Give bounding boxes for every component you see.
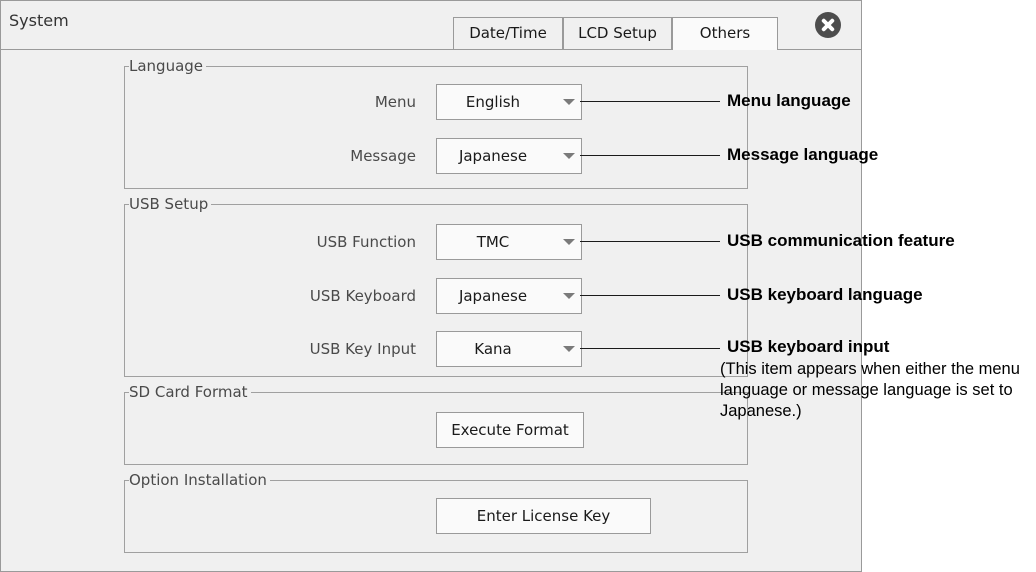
title-bar: System Date/Time LCD Setup Others bbox=[1, 1, 861, 50]
callout-message-language: Message language bbox=[727, 145, 879, 164]
callout-usb-keyboard-language: USB keyboard language bbox=[727, 285, 923, 304]
usb-setup-group-label: USB Setup bbox=[129, 195, 212, 213]
leader-line bbox=[580, 155, 720, 156]
usb-function-dropdown[interactable]: TMC bbox=[436, 224, 582, 260]
chevron-down-icon bbox=[563, 293, 575, 299]
usb-keyboard-value: Japanese bbox=[458, 287, 528, 305]
execute-format-button[interactable]: Execute Format bbox=[436, 412, 584, 448]
menu-language-value: English bbox=[465, 93, 521, 111]
dialog-title: System bbox=[9, 11, 69, 30]
menu-language-dropdown[interactable]: English bbox=[436, 84, 582, 120]
usb-function-label: USB Function bbox=[316, 233, 416, 251]
leader-line bbox=[580, 101, 720, 102]
language-group-label: Language bbox=[129, 57, 207, 75]
chevron-down-icon bbox=[563, 346, 575, 352]
chevron-down-icon bbox=[563, 239, 575, 245]
usb-key-input-label: USB Key Input bbox=[309, 340, 416, 358]
usb-function-value: TMC bbox=[476, 233, 510, 251]
leader-line bbox=[580, 348, 720, 349]
usb-key-input-value: Kana bbox=[474, 340, 512, 358]
usb-key-input-dropdown[interactable]: Kana bbox=[436, 331, 582, 367]
tab-others[interactable]: Others bbox=[672, 17, 778, 50]
enter-license-key-button[interactable]: Enter License Key bbox=[436, 498, 651, 534]
leader-line bbox=[580, 241, 720, 242]
tab-lcd-setup[interactable]: LCD Setup bbox=[563, 17, 672, 49]
tab-date-time[interactable]: Date/Time bbox=[453, 17, 563, 49]
message-label: Message bbox=[350, 147, 416, 165]
callout-usb-keyboard-input: USB keyboard input bbox=[727, 337, 890, 356]
leader-line bbox=[580, 295, 720, 296]
message-language-dropdown[interactable]: Japanese bbox=[436, 138, 582, 174]
usb-keyboard-label: USB Keyboard bbox=[309, 287, 416, 305]
menu-label: Menu bbox=[374, 93, 416, 111]
sd-card-format-group-label: SD Card Format bbox=[129, 383, 251, 401]
chevron-down-icon bbox=[563, 99, 575, 105]
chevron-down-icon bbox=[563, 153, 575, 159]
message-language-value: Japanese bbox=[458, 147, 528, 165]
option-installation-group-label: Option Installation bbox=[129, 471, 270, 489]
callout-menu-language: Menu language bbox=[727, 91, 851, 110]
close-icon[interactable] bbox=[815, 12, 841, 38]
callout-usb-keyboard-input-note: (This item appears when either the menu … bbox=[720, 360, 1020, 420]
callout-usb-communication: USB communication feature bbox=[727, 231, 955, 250]
usb-keyboard-dropdown[interactable]: Japanese bbox=[436, 278, 582, 314]
